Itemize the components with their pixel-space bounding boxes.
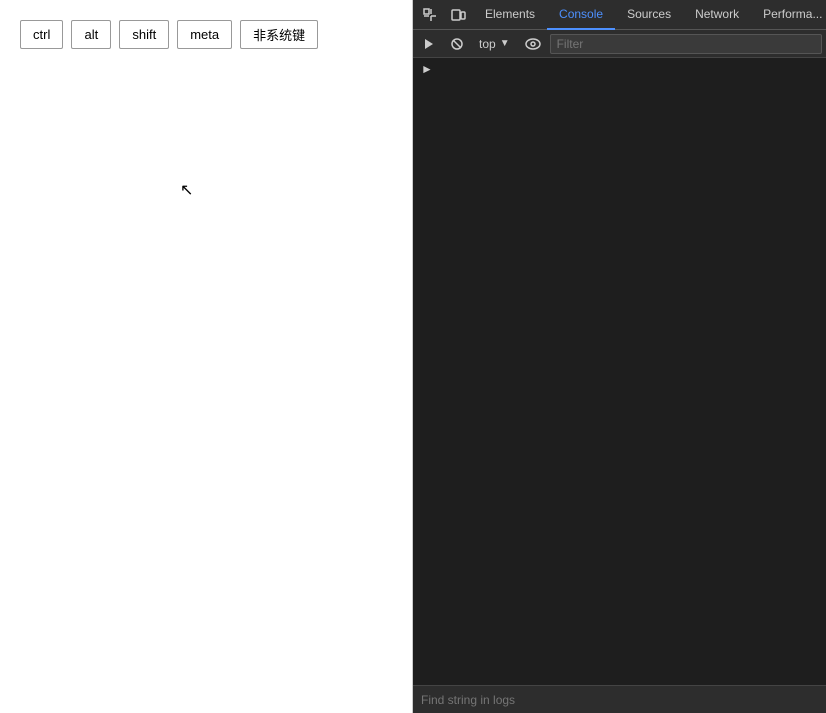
alt-button[interactable]: alt: [71, 20, 111, 49]
filter-input[interactable]: [550, 34, 822, 54]
devtools-toolbar: Elements Console Sources Network Perform…: [413, 0, 826, 30]
non-system-button[interactable]: 非系统键: [240, 20, 318, 49]
tab-performance[interactable]: Performa...: [751, 0, 826, 30]
meta-button[interactable]: meta: [177, 20, 232, 49]
block-icon-button[interactable]: [445, 35, 469, 53]
left-panel: ctrl alt shift meta 非系统键 ↖: [0, 0, 413, 713]
ctrl-button[interactable]: ctrl: [20, 20, 63, 49]
prompt-arrow-icon: ►: [421, 62, 433, 76]
console-main-area: ►: [413, 58, 826, 685]
devtools-tabs: Elements Console Sources Network Perform…: [473, 0, 826, 30]
key-buttons-container: ctrl alt shift meta 非系统键: [0, 0, 412, 49]
tab-console[interactable]: Console: [547, 0, 615, 30]
eye-icon-button[interactable]: [520, 36, 546, 52]
console-bottom-bar: [413, 685, 826, 713]
device-icon-button[interactable]: [445, 3, 471, 27]
top-dropdown-label: top: [479, 37, 496, 51]
chevron-down-icon: ▼: [500, 38, 510, 49]
tab-network[interactable]: Network: [683, 0, 751, 30]
find-logs-input[interactable]: [421, 693, 818, 707]
tab-sources[interactable]: Sources: [615, 0, 683, 30]
top-dropdown-button[interactable]: top ▼: [473, 35, 516, 53]
console-prompt-arrow[interactable]: ►: [413, 60, 826, 78]
tab-elements[interactable]: Elements: [473, 0, 547, 30]
mouse-cursor-icon: ↖: [180, 182, 193, 199]
run-icon-button[interactable]: [417, 35, 441, 53]
console-toolbar: top ▼: [413, 30, 826, 58]
cursor-indicator: ↖: [180, 180, 193, 200]
devtools-panel: Elements Console Sources Network Perform…: [413, 0, 826, 713]
inspect-icon-button[interactable]: [417, 3, 443, 27]
shift-button[interactable]: shift: [119, 20, 169, 49]
